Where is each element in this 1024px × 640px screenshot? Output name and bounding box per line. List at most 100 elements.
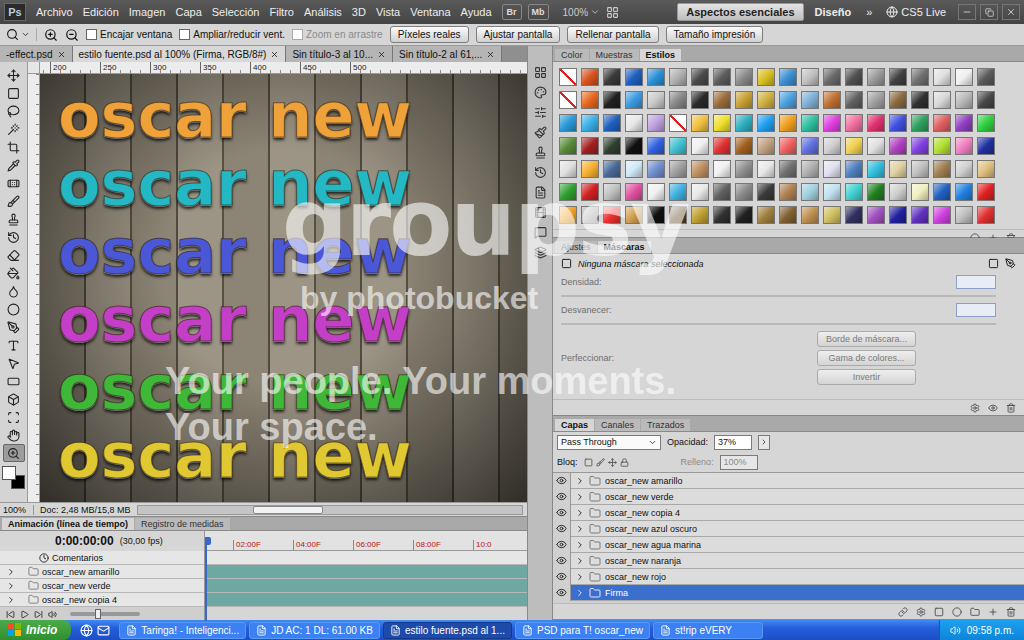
style-swatch[interactable]	[823, 114, 841, 132]
close-tab-icon[interactable]	[377, 50, 386, 59]
volume-icon[interactable]	[950, 625, 961, 636]
scroll-thumb[interactable]	[253, 506, 323, 514]
expand-icon[interactable]	[575, 540, 585, 550]
style-swatch[interactable]	[757, 160, 775, 178]
style-swatch[interactable]	[955, 183, 973, 201]
link-icon[interactable]	[898, 607, 908, 617]
adjustment-icon[interactable]	[952, 607, 962, 617]
option-button[interactable]: Píxeles reales	[390, 26, 469, 43]
delete-icon[interactable]	[1006, 607, 1016, 617]
style-swatch[interactable]	[603, 160, 621, 178]
track-label[interactable]: oscar_new verde	[0, 579, 204, 593]
fx-icon[interactable]	[916, 607, 926, 617]
style-swatch[interactable]	[713, 68, 731, 86]
playhead-cap[interactable]	[205, 537, 211, 545]
close-tab-icon[interactable]	[57, 50, 66, 59]
menu-item[interactable]: Archivo	[32, 4, 77, 20]
track-label[interactable]: Comentarios	[0, 551, 204, 565]
style-swatch[interactable]	[669, 68, 687, 86]
style-swatch[interactable]	[581, 137, 599, 155]
layer-row[interactable]: oscar_new agua marina	[553, 537, 1024, 553]
style-swatch[interactable]	[867, 137, 885, 155]
style-swatch[interactable]	[735, 206, 753, 224]
tool-button[interactable]	[3, 228, 25, 246]
style-swatch[interactable]	[735, 183, 753, 201]
style-swatch[interactable]	[625, 137, 643, 155]
panel-tab[interactable]: Color	[555, 49, 589, 61]
style-swatch[interactable]	[867, 68, 885, 86]
tool-button[interactable]	[3, 192, 25, 210]
style-swatch[interactable]	[647, 183, 665, 201]
track-bar[interactable]	[205, 579, 527, 593]
style-swatch[interactable]	[581, 91, 599, 109]
style-swatch[interactable]	[845, 137, 863, 155]
visibility-toggle[interactable]	[553, 505, 571, 521]
style-swatch[interactable]	[955, 68, 973, 86]
expand-icon[interactable]	[6, 581, 16, 591]
expand-icon[interactable]	[575, 588, 585, 598]
style-swatch[interactable]	[779, 114, 797, 132]
style-swatch[interactable]	[581, 160, 599, 178]
style-swatch[interactable]	[867, 183, 885, 201]
track-bar[interactable]	[205, 593, 527, 607]
style-swatch[interactable]	[845, 68, 863, 86]
panel-icon-button[interactable]	[530, 84, 550, 100]
style-swatch[interactable]	[735, 137, 753, 155]
foreground-color[interactable]	[2, 466, 16, 480]
style-swatch[interactable]	[801, 91, 819, 109]
style-swatch[interactable]	[845, 206, 863, 224]
visibility-toggle[interactable]	[553, 489, 571, 505]
play-icon[interactable]	[20, 610, 29, 619]
menu-item[interactable]: Edición	[79, 4, 123, 20]
tool-button[interactable]	[3, 444, 25, 462]
style-swatch[interactable]	[691, 183, 709, 201]
track-bar[interactable]	[205, 551, 527, 565]
lock-position-icon[interactable]	[608, 458, 617, 467]
style-swatch[interactable]	[779, 160, 797, 178]
style-swatch[interactable]	[625, 206, 643, 224]
panel-icon-button[interactable]	[530, 224, 550, 240]
tool-button[interactable]	[3, 174, 25, 192]
style-swatch[interactable]	[647, 160, 665, 178]
tool-button[interactable]	[3, 210, 25, 228]
style-swatch[interactable]	[955, 137, 973, 155]
slider-knob[interactable]	[95, 609, 101, 619]
start-button[interactable]: Inicio	[0, 620, 71, 640]
style-swatch[interactable]	[845, 183, 863, 201]
zoom-out-icon[interactable]	[65, 28, 79, 42]
pixel-mask-icon[interactable]	[988, 258, 999, 269]
style-swatch[interactable]	[559, 183, 577, 201]
zoom-in-icon[interactable]	[44, 28, 58, 42]
vector-mask-icon[interactable]	[1005, 258, 1016, 269]
close-button[interactable]	[1002, 4, 1020, 20]
style-swatch[interactable]	[867, 91, 885, 109]
style-swatch[interactable]	[889, 91, 907, 109]
style-swatch[interactable]	[669, 160, 687, 178]
style-swatch[interactable]	[977, 137, 995, 155]
style-swatch[interactable]	[889, 137, 907, 155]
style-swatch[interactable]	[757, 68, 775, 86]
style-swatch[interactable]	[801, 114, 819, 132]
panel-tab[interactable]: Canales	[595, 419, 640, 431]
panel-tab[interactable]: Registro de medidas	[135, 518, 230, 530]
visibility-toggle[interactable]	[553, 473, 571, 489]
style-swatch[interactable]	[911, 114, 929, 132]
style-swatch[interactable]	[801, 206, 819, 224]
document-tab[interactable]: -effect.psd	[0, 46, 73, 62]
style-swatch[interactable]	[889, 206, 907, 224]
visibility-toggle[interactable]	[553, 553, 571, 569]
tool-button[interactable]	[3, 246, 25, 264]
audio-icon[interactable]	[48, 610, 57, 619]
panel-icon-button[interactable]	[530, 104, 550, 120]
style-swatch[interactable]	[779, 183, 797, 201]
style-swatch[interactable]	[823, 160, 841, 178]
expand-icon[interactable]	[575, 572, 585, 582]
style-swatch[interactable]	[625, 114, 643, 132]
style-swatch[interactable]	[889, 68, 907, 86]
tool-button[interactable]	[3, 336, 25, 354]
style-swatch[interactable]	[713, 183, 731, 201]
panel-icon-button[interactable]	[530, 184, 550, 200]
style-swatch[interactable]	[867, 160, 885, 178]
expand-icon[interactable]	[575, 524, 585, 534]
tool-button[interactable]	[3, 372, 25, 390]
